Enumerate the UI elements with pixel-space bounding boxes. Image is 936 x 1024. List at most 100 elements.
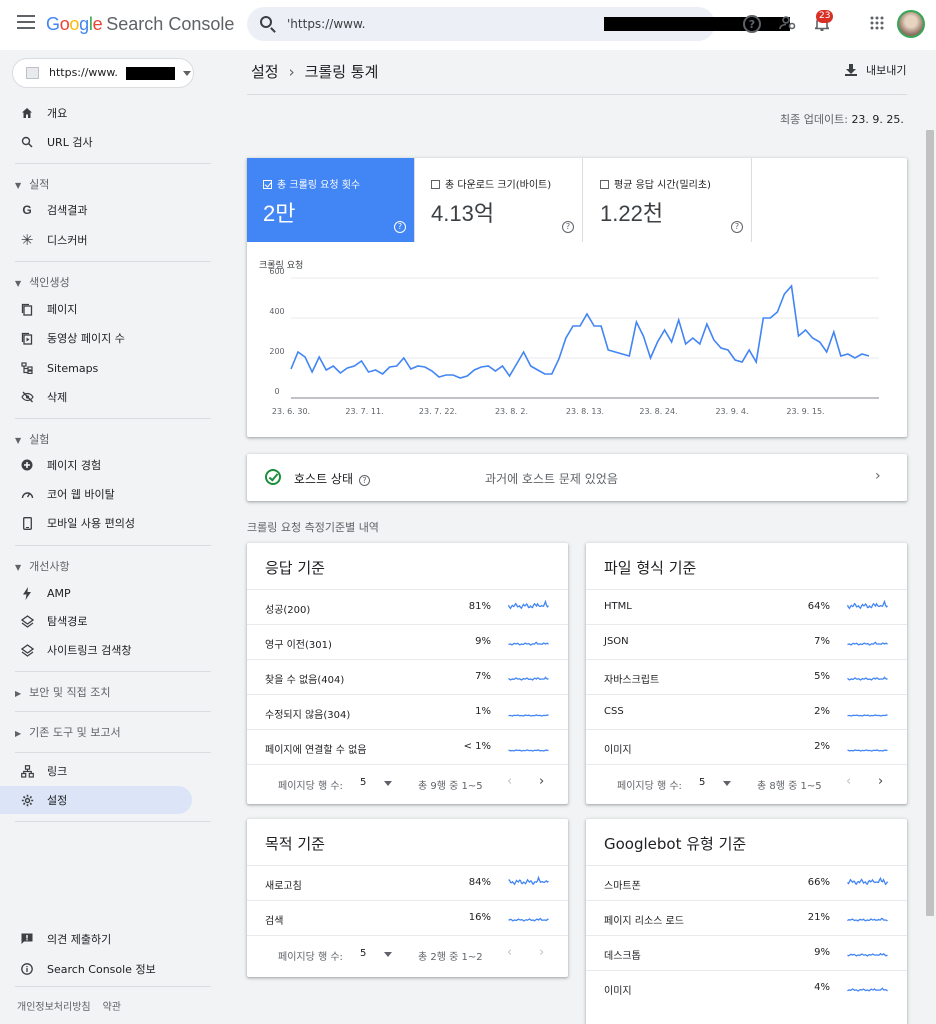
sidebar-item-label: 모바일 사용 편의성 — [47, 517, 135, 530]
sidebar-item-pages[interactable]: 페이지 — [0, 295, 192, 323]
table-row[interactable]: HTML 64% — [586, 589, 907, 624]
table-row[interactable]: JSON 7% — [586, 624, 907, 659]
help-icon[interactable]: ? — [562, 221, 574, 233]
table-row[interactable]: 페이지에 연결할 수 없음 < 1% — [247, 729, 568, 764]
sidebar-item-sitemaps[interactable]: Sitemaps — [0, 354, 192, 382]
help-icon[interactable]: ? — [394, 221, 406, 233]
manage-users-icon[interactable] — [778, 13, 798, 33]
section-experience[interactable]: ▼ 실험 — [15, 431, 49, 447]
checkbox-icon[interactable] — [600, 180, 609, 189]
help-icon[interactable]: ? — [731, 221, 743, 233]
sidebar-item-amp[interactable]: AMP — [0, 579, 192, 607]
metric-total-download-size[interactable]: 총 다운로드 크기(바이트) 4.13억 ? — [415, 158, 583, 242]
help-icon[interactable]: ? — [743, 15, 761, 33]
rows-per-page-select[interactable]: 5 — [699, 777, 705, 788]
app-logo[interactable]: Google Search Console — [46, 14, 234, 35]
sidebar-item-removals[interactable]: 삭제 — [0, 383, 192, 411]
metric-avg-response-time[interactable]: 평균 응답 시간(밀리초) 1.22천 ? — [584, 158, 752, 242]
table-row[interactable]: 스마트폰 66% — [586, 865, 907, 900]
sidebar-item-overview[interactable]: 개요 — [0, 99, 192, 127]
row-label: 영구 이전(301) — [265, 640, 332, 651]
table-row[interactable]: 수정되지 않음(304) 1% — [247, 694, 568, 729]
sidebar-item-search-results[interactable]: G 검색결과 — [0, 196, 192, 224]
terms-link[interactable]: 약관 — [103, 1002, 121, 1013]
section-performance[interactable]: ▼ 실적 — [15, 176, 49, 192]
sidebar-item-discover[interactable]: ✳ 디스커버 — [0, 226, 192, 254]
rows-per-page-select[interactable]: 5 — [360, 777, 366, 788]
divider — [15, 261, 211, 262]
chevron-down-icon[interactable] — [723, 781, 731, 786]
bolt-icon — [20, 586, 34, 600]
sidebar-item-breadcrumbs[interactable]: 탐색경로 — [0, 607, 192, 635]
sparkline — [847, 749, 888, 752]
table-row[interactable]: 찾을 수 없음(404) 7% — [247, 659, 568, 694]
sidebar-item-page-experience[interactable]: 페이지 경험 — [0, 451, 192, 479]
table-row[interactable]: 성공(200) 81% — [247, 589, 568, 624]
sidebar-item-links[interactable]: 링크 — [0, 757, 192, 785]
next-page-icon[interactable]: › — [539, 774, 544, 789]
table-row[interactable]: 이미지 2% — [586, 729, 907, 764]
table-row[interactable]: 검색 16% — [247, 900, 568, 935]
caret-right-icon: ▶ — [15, 689, 22, 698]
table-row[interactable]: 새로고침 84% — [247, 865, 568, 900]
metric-value: 4.13억 — [431, 201, 495, 226]
search-icon — [260, 16, 272, 28]
property-selector[interactable]: https://www. — [12, 58, 194, 88]
sidebar-item-core-web-vitals[interactable]: 코어 웹 바이탈 — [0, 480, 192, 508]
menu-icon[interactable] — [17, 15, 35, 29]
table-row[interactable]: 데스크톱 9% — [586, 935, 907, 970]
sidebar-item-label: 디스커버 — [47, 234, 88, 247]
y-tick-label: 200 — [269, 347, 284, 356]
search-icon — [20, 135, 34, 149]
sidebar-item-sitelinks-searchbox[interactable]: 사이트링크 검색창 — [0, 636, 192, 664]
sidebar-item-about[interactable]: Search Console 정보 — [0, 955, 192, 983]
caret-down-icon: ▼ — [15, 279, 22, 288]
checkbox-icon[interactable] — [263, 180, 272, 189]
privacy-link[interactable]: 개인정보처리방침 — [17, 1002, 91, 1013]
scrollbar-thumb[interactable] — [926, 130, 934, 916]
prev-page-icon[interactable]: ‹ — [507, 774, 512, 789]
help-icon[interactable]: ? — [359, 475, 371, 486]
next-page-icon[interactable]: › — [878, 774, 883, 789]
row-percent: < 1% — [463, 741, 491, 752]
section-indexing[interactable]: ▼ 색인생성 — [15, 274, 70, 290]
table-row[interactable]: 이미지 4% — [586, 970, 907, 1005]
sidebar-item-mobile-usability[interactable]: 모바일 사용 편의성 — [0, 509, 192, 537]
search-bar[interactable] — [247, 7, 790, 41]
metric-label-text: 평균 응답 시간(밀리초) — [614, 180, 711, 191]
footer-links: 개인정보처리방침 약관 — [17, 998, 133, 1013]
row-percent: 1% — [475, 706, 491, 717]
section-legacy-tools[interactable]: ▶ 기존 도구 및 보고서 — [15, 724, 121, 740]
search-input[interactable] — [287, 15, 537, 33]
next-page-icon[interactable]: › — [539, 945, 544, 960]
feedback-icon — [20, 932, 34, 946]
divider — [15, 671, 211, 672]
table-row[interactable]: CSS 2% — [586, 694, 907, 729]
prev-page-icon[interactable]: ‹ — [507, 945, 512, 960]
section-security[interactable]: ▶ 보안 및 직접 조치 — [15, 684, 111, 700]
metric-total-crawl-requests[interactable]: 총 크롤링 요청 횟수 2만 ? — [247, 158, 415, 242]
chevron-down-icon[interactable] — [384, 952, 392, 957]
chevron-down-icon[interactable] — [384, 781, 392, 786]
sidebar-item-settings[interactable]: 설정 — [0, 786, 192, 814]
export-button[interactable]: 내보내기 — [845, 62, 906, 78]
row-percent: 7% — [814, 636, 830, 647]
table-row[interactable]: 영구 이전(301) 9% — [247, 624, 568, 659]
sidebar-item-url-inspection[interactable]: URL 검사 — [0, 128, 192, 156]
by-googlebot-card: Googlebot 유형 기준 스마트폰 66% 페이지 리소스 로드 21% 데스크톱 9… — [586, 819, 907, 1024]
breadcrumb-settings[interactable]: 설정 — [251, 63, 279, 81]
host-status-title: 호스트 상태? — [294, 470, 371, 487]
checkbox-icon[interactable] — [431, 180, 440, 189]
host-status-row[interactable]: 호스트 상태? 과거에 호스트 문제 있었음 › — [247, 454, 907, 501]
section-enhancements[interactable]: ▼ 개선사항 — [15, 558, 70, 574]
prev-page-icon[interactable]: ‹ — [846, 774, 851, 789]
sidebar-item-feedback[interactable]: 의견 제출하기 — [0, 925, 192, 953]
table-row[interactable]: 자바스크립트 5% — [586, 659, 907, 694]
page-title: 크롤링 통계 — [304, 63, 379, 81]
table-row[interactable]: 페이지 리소스 로드 21% — [586, 900, 907, 935]
rows-per-page-select[interactable]: 5 — [360, 948, 366, 959]
host-status-message: 과거에 호스트 문제 있었음 — [485, 472, 618, 486]
apps-grid-icon[interactable] — [867, 13, 887, 33]
sidebar-item-video-pages[interactable]: 동영상 페이지 수 — [0, 324, 192, 352]
account-avatar[interactable] — [897, 10, 925, 38]
